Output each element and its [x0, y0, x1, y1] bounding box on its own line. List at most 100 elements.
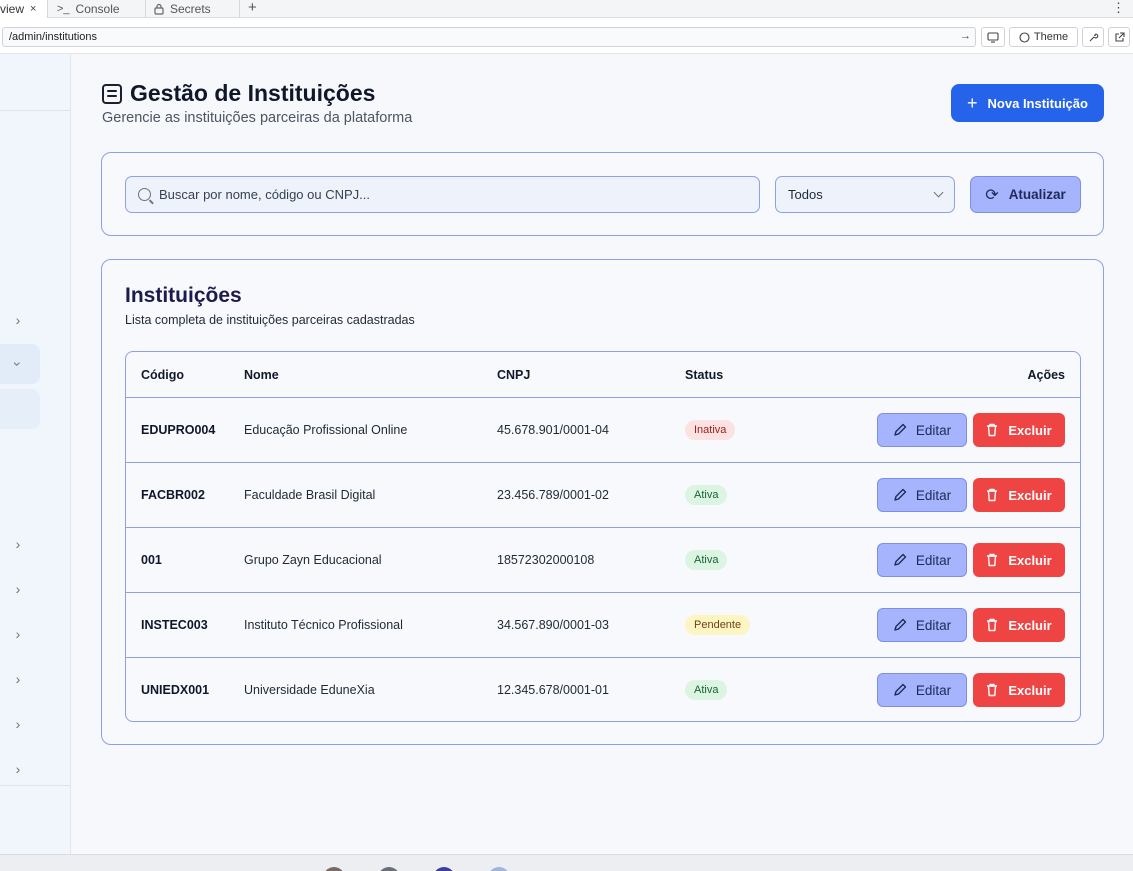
column-header-name: Nome: [244, 368, 279, 382]
chevron-right-icon[interactable]: ›: [10, 716, 26, 732]
page-title: Gestão de Instituições: [130, 80, 376, 106]
trash-icon: [987, 683, 998, 697]
status-select-value: Todos: [788, 187, 823, 202]
edit-label: Editar: [915, 552, 952, 568]
delete-label: Excluir: [1008, 487, 1052, 503]
delete-label: Excluir: [1008, 422, 1052, 438]
new-institution-button[interactable]: + Nova Instituição: [951, 84, 1104, 122]
edit-button[interactable]: Editar: [877, 478, 967, 512]
list-icon: [102, 83, 122, 104]
new-institution-label: Nova Instituição: [987, 95, 1088, 111]
theme-button[interactable]: Theme: [1009, 27, 1078, 47]
palette-icon: [1019, 31, 1030, 43]
avatar[interactable]: [378, 867, 400, 871]
search-input[interactable]: Buscar por nome, código ou CNPJ...: [125, 176, 760, 213]
main-content: Gestão de Instituições Gerencie as insti…: [72, 54, 1133, 854]
refresh-button[interactable]: ⟳ Atualizar: [970, 176, 1081, 213]
institution-code: FACBR002: [141, 488, 205, 502]
table-row: INSTEC003 Instituto Técnico Profissional…: [126, 593, 1080, 658]
monitor-icon[interactable]: [981, 27, 1005, 47]
edit-button[interactable]: Editar: [877, 608, 967, 642]
status-badge: Pendente: [685, 615, 751, 635]
bottom-bar: [0, 854, 1133, 871]
delete-button[interactable]: Excluir: [973, 413, 1065, 447]
column-header-actions: Ações: [1027, 368, 1065, 382]
delete-button[interactable]: Excluir: [973, 608, 1065, 642]
sidebar: › › › › › › › ›: [0, 54, 71, 854]
institution-cnpj: 23.456.789/0001-02: [497, 488, 609, 502]
institution-cnpj: 12.345.678/0001-01: [497, 683, 609, 697]
edit-button[interactable]: Editar: [877, 673, 967, 707]
browser-tab-strip: view × >_ Console Secrets + ⋮: [0, 0, 1133, 18]
address-bar-row: /admin/institutions → Theme: [0, 18, 1133, 54]
delete-button[interactable]: Excluir: [973, 673, 1065, 707]
status-badge: Inativa: [685, 420, 736, 440]
chevron-down-icon: ›: [10, 361, 26, 367]
tab-secrets[interactable]: Secrets: [146, 0, 240, 18]
wrench-icon[interactable]: [1082, 27, 1104, 47]
institution-cnpj: 18572302000108: [497, 553, 595, 567]
page-subtitle: Gerencie as instituições parceiras da pl…: [102, 110, 413, 126]
chevron-right-icon[interactable]: ›: [10, 581, 26, 597]
chevron-right-icon[interactable]: ›: [10, 761, 26, 777]
trash-icon: [987, 423, 998, 437]
delete-button[interactable]: Excluir: [973, 478, 1065, 512]
chevron-right-icon[interactable]: ›: [10, 626, 26, 642]
trash-icon: [987, 488, 998, 502]
table-row: EDUPRO004 Educação Profissional Online 4…: [126, 398, 1080, 463]
plus-icon: +: [967, 93, 978, 113]
delete-label: Excluir: [1008, 552, 1052, 568]
section-title: Instituições: [125, 284, 242, 307]
institutions-table: Código Nome CNPJ Status Ações EDUPRO004 …: [125, 351, 1081, 722]
page-header: Gestão de Instituições: [102, 80, 375, 107]
edit-button[interactable]: Editar: [877, 543, 967, 577]
terminal-icon: >_: [57, 3, 70, 15]
tab-console[interactable]: >_ Console: [49, 0, 146, 18]
tab-view[interactable]: view ×: [0, 0, 48, 18]
avatar[interactable]: [323, 867, 345, 871]
edit-label: Editar: [915, 617, 952, 633]
chevron-right-icon[interactable]: ›: [10, 312, 26, 328]
trash-icon: [987, 618, 998, 632]
column-header-status: Status: [685, 368, 724, 382]
chevron-right-icon[interactable]: ›: [10, 536, 26, 552]
pencil-icon: [894, 423, 907, 436]
tab-label: Console: [75, 2, 120, 16]
table-row: 001 Grupo Zayn Educacional 1857230200010…: [126, 528, 1080, 593]
edit-button[interactable]: Editar: [877, 413, 967, 447]
new-tab-button[interactable]: +: [248, 0, 257, 18]
url-text: /admin/institutions: [9, 31, 98, 43]
institution-name: Faculdade Brasil Digital: [244, 488, 376, 502]
arrow-right-icon[interactable]: →: [960, 30, 971, 42]
institution-name: Universidade EduneXia: [244, 683, 375, 697]
delete-button[interactable]: Excluir: [973, 543, 1065, 577]
institution-name: Grupo Zayn Educacional: [244, 553, 382, 567]
chevron-down-icon: [933, 187, 944, 198]
institutions-card: Instituições Lista completa de instituiç…: [101, 259, 1104, 745]
table-row: FACBR002 Faculdade Brasil Digital 23.456…: [126, 463, 1080, 528]
institution-cnpj: 34.567.890/0001-03: [497, 618, 609, 632]
sidebar-item-active[interactable]: ›: [0, 344, 40, 384]
status-badge: Ativa: [685, 550, 728, 570]
trash-icon: [987, 553, 998, 567]
edit-label: Editar: [915, 682, 952, 698]
sidebar-divider: [0, 110, 70, 111]
status-badge: Ativa: [685, 680, 728, 700]
avatar[interactable]: [488, 867, 510, 871]
search-icon: [138, 188, 151, 201]
avatar[interactable]: [433, 867, 455, 871]
refresh-label: Atualizar: [1008, 187, 1066, 202]
url-field[interactable]: /admin/institutions →: [2, 27, 976, 47]
external-link-icon[interactable]: [1108, 27, 1130, 47]
close-icon[interactable]: ×: [30, 3, 36, 15]
status-select[interactable]: Todos: [775, 176, 955, 213]
sidebar-divider: [0, 785, 70, 786]
institution-code: UNIEDX001: [141, 683, 210, 697]
sidebar-subitem[interactable]: [0, 389, 40, 429]
section-subtitle: Lista completa de instituições parceiras…: [125, 313, 415, 327]
institution-name: Instituto Técnico Profissional: [244, 618, 403, 632]
chevron-right-icon[interactable]: ›: [10, 671, 26, 687]
more-menu-icon[interactable]: ⋮: [1112, 0, 1125, 16]
filter-card: Buscar por nome, código ou CNPJ... Todos…: [101, 152, 1104, 236]
delete-label: Excluir: [1008, 682, 1052, 698]
